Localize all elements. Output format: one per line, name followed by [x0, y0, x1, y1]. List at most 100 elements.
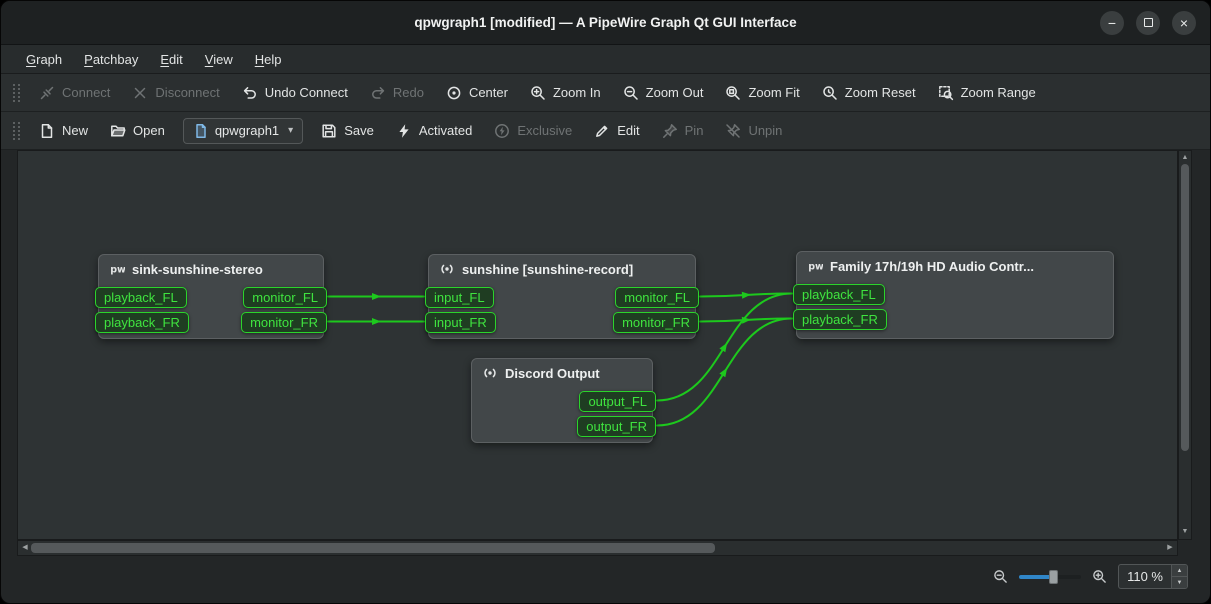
- menu-patchbay[interactable]: Patchbay: [73, 48, 149, 71]
- zoom-range-button-label: Zoom Range: [961, 85, 1036, 100]
- node-header: pw Family 17h/19h HD Audio Contr...: [797, 252, 1113, 274]
- vertical-scroll-handle[interactable]: [1181, 164, 1189, 451]
- pin-icon: [662, 123, 678, 139]
- spin-buttons: ▲ ▼: [1171, 565, 1187, 588]
- disconnect-button: Disconnect: [121, 78, 230, 108]
- center-icon: [446, 85, 462, 101]
- toolbar-handle[interactable]: [13, 122, 20, 140]
- port-monitor_FL[interactable]: monitor_FL: [243, 287, 327, 308]
- node-sink-sunshine-stereo[interactable]: pwsink-sunshine-stereo playback_FLplaybac…: [98, 254, 324, 339]
- graph-canvas[interactable]: pwsink-sunshine-stereoplayback_FLplaybac…: [17, 150, 1178, 540]
- connect-button-label: Connect: [62, 85, 110, 100]
- vertical-scrollbar[interactable]: ▲ ▼: [1178, 150, 1192, 540]
- zoom-in-button[interactable]: Zoom In: [519, 78, 612, 108]
- app-window: qpwgraph1 [modified] — A PipeWire Graph …: [0, 0, 1211, 604]
- zoom-out-button-label: Zoom Out: [646, 85, 704, 100]
- toolbar-handle[interactable]: [13, 84, 20, 102]
- zoom-spinbox[interactable]: 110 % ▲ ▼: [1118, 564, 1188, 589]
- save-button[interactable]: Save: [310, 116, 385, 146]
- pipewire-icon: pw: [807, 258, 823, 274]
- zoom-range-button[interactable]: Zoom Range: [927, 78, 1047, 108]
- port-output_FR[interactable]: output_FR: [577, 416, 656, 437]
- scroll-down-arrow[interactable]: ▼: [1179, 526, 1191, 538]
- zoom-reset-icon: [822, 85, 838, 101]
- patchbay-profile-combo[interactable]: qpwgraph1▾: [183, 118, 303, 144]
- redo-icon: [370, 85, 386, 101]
- open-button-label: Open: [133, 123, 165, 138]
- port-playback_FL[interactable]: playback_FL: [793, 284, 885, 305]
- save-icon: [321, 123, 337, 139]
- menu-help[interactable]: Help: [244, 48, 293, 71]
- port-playback_FR[interactable]: playback_FR: [95, 312, 189, 333]
- zoom-value[interactable]: 110 %: [1119, 565, 1171, 588]
- zoom-out-icon: [623, 85, 639, 101]
- zoom-fit-icon: [725, 85, 741, 101]
- unpin-icon: [725, 123, 741, 139]
- connection-arrow: [372, 293, 381, 300]
- zoom-slider[interactable]: [1019, 570, 1081, 584]
- horizontal-scroll-handle[interactable]: [31, 543, 715, 553]
- port-input_FR[interactable]: input_FR: [425, 312, 496, 333]
- zoom-out-icon[interactable]: [993, 569, 1008, 584]
- open-button[interactable]: Open: [99, 116, 176, 146]
- port-playback_FL[interactable]: playback_FL: [95, 287, 187, 308]
- unpin-button-label: Unpin: [748, 123, 782, 138]
- maximize-button[interactable]: [1136, 11, 1160, 35]
- toolbar-graph: Connect DisconnectUndo Connect Redo Center Z…: [1, 74, 1210, 112]
- menubar: GraphPatchbayEditViewHelp: [1, 45, 1210, 74]
- port-playback_FR[interactable]: playback_FR: [793, 309, 887, 330]
- zoom-fit-button[interactable]: Zoom Fit: [714, 78, 810, 108]
- statusbar: 110 % ▲ ▼: [1, 556, 1210, 603]
- scroll-right-arrow[interactable]: ▶: [1164, 541, 1176, 555]
- connection-arrow: [719, 366, 730, 377]
- zoom-reset-button[interactable]: Zoom Reset: [811, 78, 927, 108]
- zoom-in-icon: [530, 85, 546, 101]
- zoom-fit-button-label: Zoom Fit: [748, 85, 799, 100]
- scroll-left-arrow[interactable]: ◀: [19, 541, 31, 555]
- menu-edit[interactable]: Edit: [149, 48, 193, 71]
- zoom-out-button[interactable]: Zoom Out: [612, 78, 715, 108]
- edit-toggle-label: Edit: [617, 123, 639, 138]
- node-sunshine[interactable]: sunshine [sunshine-record]input_FLinput_…: [428, 254, 696, 339]
- file-icon: [193, 123, 209, 139]
- exclusive-toggle-label: Exclusive: [517, 123, 572, 138]
- new-button[interactable]: New: [28, 116, 99, 146]
- node-title: sink-sunshine-stereo: [132, 262, 263, 277]
- zoom-slider-handle[interactable]: [1049, 570, 1058, 584]
- connection-arrow: [742, 291, 751, 299]
- open-icon: [110, 123, 126, 139]
- spin-up-button[interactable]: ▲: [1172, 565, 1187, 577]
- edit-toggle[interactable]: Edit: [583, 116, 650, 146]
- close-button[interactable]: ×: [1172, 11, 1196, 35]
- menu-view[interactable]: View: [194, 48, 244, 71]
- horizontal-scrollbar[interactable]: ◀ ▶: [17, 540, 1178, 556]
- center-button-label: Center: [469, 85, 508, 100]
- port-monitor_FL[interactable]: monitor_FL: [615, 287, 699, 308]
- save-button-label: Save: [344, 123, 374, 138]
- port-input_FL[interactable]: input_FL: [425, 287, 494, 308]
- node-header: pwsink-sunshine-stereo: [99, 255, 323, 277]
- activated-toggle-label: Activated: [419, 123, 472, 138]
- node-discord-output[interactable]: Discord Output output_FL output_FR: [471, 358, 653, 443]
- port-output_FL[interactable]: output_FL: [579, 391, 656, 412]
- center-button[interactable]: Center: [435, 78, 519, 108]
- exclusive-icon: [494, 123, 510, 139]
- node-title: Discord Output: [505, 366, 600, 381]
- port-monitor_FR[interactable]: monitor_FR: [241, 312, 327, 333]
- scrollbar-corner: [1178, 540, 1192, 556]
- spin-down-button[interactable]: ▼: [1172, 577, 1187, 588]
- node-family-hd-audio[interactable]: pw Family 17h/19h HD Audio Contr... playba…: [796, 251, 1114, 339]
- minimize-button[interactable]: −: [1100, 11, 1124, 35]
- activated-toggle[interactable]: Activated: [385, 116, 483, 146]
- undo-connect-button[interactable]: Undo Connect: [231, 78, 359, 108]
- zoom-in-icon[interactable]: [1092, 569, 1107, 584]
- scroll-up-arrow[interactable]: ▲: [1179, 152, 1191, 164]
- redo-button-label: Redo: [393, 85, 424, 100]
- titlebar[interactable]: qpwgraph1 [modified] — A PipeWire Graph …: [1, 1, 1210, 45]
- node-title: Family 17h/19h HD Audio Contr...: [830, 259, 1034, 274]
- port-monitor_FR[interactable]: monitor_FR: [613, 312, 699, 333]
- menu-graph[interactable]: Graph: [15, 48, 73, 71]
- connection-layer: [18, 151, 1177, 539]
- toolbar-patchbay: New Open qpwgraph1▾ Save Activated Exclusive E…: [1, 112, 1210, 150]
- pin-button: Pin: [651, 116, 715, 146]
